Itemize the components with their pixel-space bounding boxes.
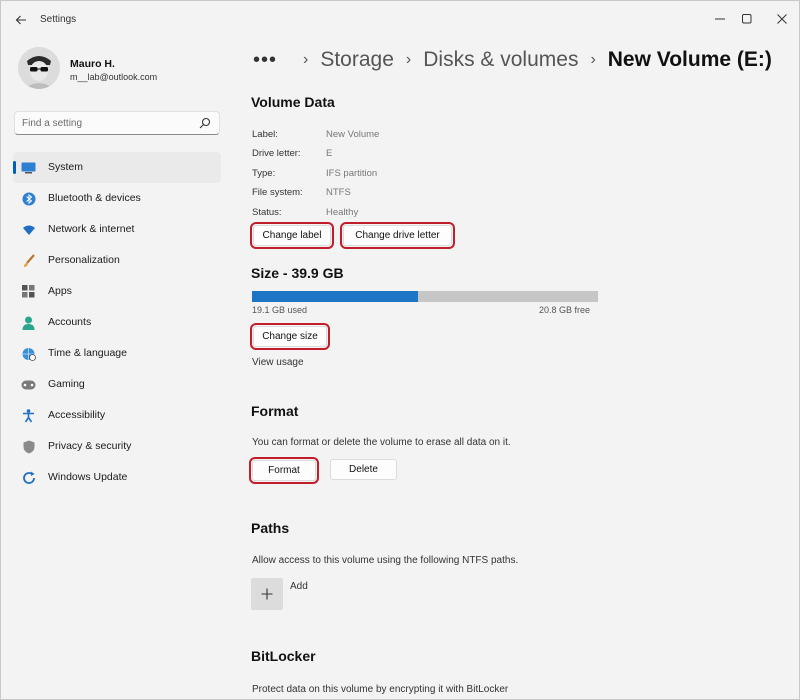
wifi-icon — [21, 222, 36, 237]
brush-icon — [21, 253, 36, 268]
sidebar-item-windows-update[interactable]: Windows Update — [13, 462, 221, 493]
format-description: You can format or delete the volume to e… — [252, 437, 511, 448]
sidebar-item-bluetooth[interactable]: Bluetooth & devices — [13, 183, 221, 214]
view-usage-link[interactable]: View usage — [252, 357, 304, 368]
sidebar-item-time-language[interactable]: Time & language — [13, 338, 221, 369]
status-value: Healthy — [326, 207, 359, 218]
drive-letter-value: E — [326, 148, 333, 159]
sidebar-nav: System Bluetooth & devices Network & int… — [13, 152, 221, 493]
free-space-text: 20.8 GB free — [539, 305, 591, 315]
sidebar-item-label: Apps — [48, 285, 72, 297]
window-title: Settings — [40, 14, 77, 25]
sidebar-item-label: Privacy & security — [48, 440, 132, 452]
format-button[interactable]: Format — [249, 457, 319, 484]
search-icon[interactable] — [199, 117, 211, 129]
user-avatar-icon — [18, 47, 60, 89]
storage-usage-bar — [252, 291, 598, 302]
title-bar: Settings — [1, 1, 799, 39]
bitlocker-title: BitLocker — [251, 648, 316, 664]
bluetooth-icon — [21, 191, 36, 206]
sidebar-item-label: Personalization — [48, 254, 120, 266]
type-value: IFS partition — [326, 168, 378, 179]
close-icon — [777, 14, 787, 24]
sidebar-item-privacy-security[interactable]: Privacy & security — [13, 431, 221, 462]
file-system-value: NTFS — [326, 187, 351, 198]
sidebar-item-label: System — [48, 161, 84, 173]
plus-icon — [261, 588, 273, 600]
add-path-button[interactable] — [251, 578, 283, 610]
search-box[interactable] — [14, 111, 220, 135]
sidebar-item-label: Accounts — [48, 316, 92, 328]
page-title: New Volume (E:) — [607, 48, 772, 71]
chevron-right-icon: › — [405, 51, 412, 68]
close-button[interactable] — [769, 7, 795, 31]
sidebar-item-label: Gaming — [48, 378, 85, 390]
bitlocker-description: Protect data on this volume by encryptin… — [252, 684, 509, 695]
sidebar-item-network[interactable]: Network & internet — [13, 214, 221, 245]
size-title: Size - 39.9 GB — [251, 265, 344, 281]
avatar[interactable] — [18, 47, 60, 89]
maximize-icon — [742, 14, 752, 24]
delete-button[interactable]: Delete — [330, 459, 397, 480]
drive-letter-label: Drive letter: — [252, 148, 301, 159]
system-display-icon — [21, 160, 36, 175]
active-indicator — [13, 161, 16, 174]
back-button[interactable] — [9, 8, 33, 32]
chevron-right-icon: › — [303, 51, 309, 68]
search-input[interactable] — [22, 116, 197, 131]
sidebar-item-personalization[interactable]: Personalization — [13, 245, 221, 276]
add-path-label[interactable]: Add — [290, 581, 308, 592]
back-arrow-icon — [15, 15, 26, 25]
apps-grid-icon — [21, 284, 36, 299]
globe-clock-icon — [21, 346, 36, 361]
person-icon — [21, 315, 36, 330]
sidebar-item-label: Bluetooth & devices — [48, 192, 141, 204]
file-system-label: File system: — [252, 187, 303, 198]
sidebar-item-accessibility[interactable]: Accessibility — [13, 400, 221, 431]
accessibility-icon — [21, 408, 36, 423]
settings-window: Settings Mauro H. m__lab@outlook.com Fin… — [0, 0, 800, 700]
paths-description: Allow access to this volume using the fo… — [252, 555, 519, 566]
breadcrumb-item-disks-volumes[interactable]: Disks & volumes — [423, 48, 578, 72]
breadcrumb-more-button[interactable]: ••• — [253, 49, 277, 72]
chevron-right-icon: › — [590, 51, 596, 68]
shield-icon — [21, 439, 36, 454]
change-drive-letter-button[interactable]: Change drive letter — [340, 222, 455, 249]
breadcrumb-item-storage[interactable]: Storage — [320, 48, 394, 72]
minimize-button[interactable] — [707, 7, 733, 31]
status-label: Status: — [252, 207, 282, 218]
profile-name: Mauro H. — [70, 58, 115, 70]
sidebar-item-label: Time & language — [48, 347, 127, 359]
paths-title: Paths — [251, 520, 290, 536]
type-label: Type: — [252, 168, 276, 179]
sidebar-item-label: Network & internet — [48, 223, 135, 235]
minimize-icon — [715, 18, 725, 20]
sidebar-item-gaming[interactable]: Gaming — [13, 369, 221, 400]
sidebar-item-accounts[interactable]: Accounts — [13, 307, 221, 338]
maximize-button[interactable] — [734, 7, 760, 31]
storage-used-fill — [252, 291, 418, 302]
profile-email: m__lab@outlook.com — [70, 72, 158, 82]
change-size-button[interactable]: Change size — [250, 323, 330, 350]
sidebar-item-label: Windows Update — [48, 471, 128, 483]
sidebar-item-system[interactable]: System — [13, 152, 221, 183]
update-icon — [21, 470, 36, 485]
sidebar-item-apps[interactable]: Apps — [13, 276, 221, 307]
breadcrumb: ••• › Storage › Disks & volumes › New Vo… — [253, 43, 772, 77]
format-title: Format — [251, 403, 299, 419]
used-space-text: 19.1 GB used — [252, 305, 308, 315]
volume-data-title: Volume Data — [251, 94, 335, 110]
change-label-button[interactable]: Change label — [250, 222, 334, 249]
sidebar-item-label: Accessibility — [48, 409, 106, 421]
label-field-label: Label: — [252, 129, 278, 140]
label-field-value: New Volume — [326, 129, 380, 140]
gamepad-icon — [21, 377, 36, 392]
